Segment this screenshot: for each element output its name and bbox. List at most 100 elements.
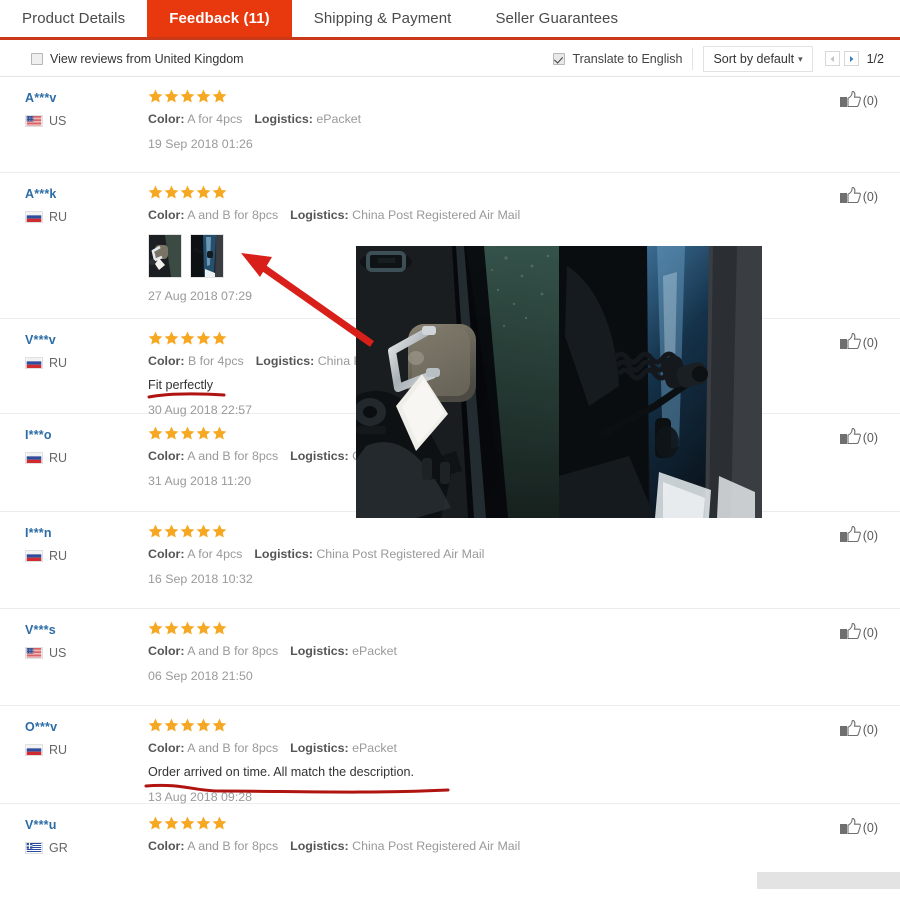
next-page-button[interactable]	[843, 51, 859, 66]
reviewer-name[interactable]: V***v	[25, 333, 140, 347]
logistics-value: ePacket	[316, 112, 362, 126]
review-photo-left[interactable]	[356, 246, 559, 518]
thumbs-up-icon[interactable]	[839, 623, 861, 642]
color-label: Color:	[148, 449, 185, 463]
review-row: O***v RU Color: A and B for 8pcs Logistics:…	[0, 706, 900, 804]
star-icon	[164, 718, 179, 732]
tab-label: Shipping & Payment	[313, 10, 452, 27]
rating-stars	[148, 718, 830, 732]
review-date: 19 Sep 2018 01:26	[148, 137, 253, 151]
review-body: Color: A and B for 8pcs Logistics: ePacke…	[148, 718, 830, 804]
review-row: I***n RU Color: A for 4pcs Logistics: China…	[0, 512, 900, 609]
review-body: Color: A and B for 8pcs Logistics: ePacke…	[148, 621, 830, 683]
country-code: GR	[49, 841, 68, 855]
sort-label: Sort by default	[713, 51, 795, 66]
helpful-button[interactable]: (0)	[839, 526, 878, 545]
country-code: RU	[49, 549, 68, 563]
reviewer-name[interactable]: O***v	[25, 720, 140, 734]
toolbar-right-controls: Translate to English Sort by default ▾ 1…	[553, 40, 884, 77]
helpful-button[interactable]: (0)	[839, 623, 878, 642]
tab-product-details[interactable]: Product Details	[0, 0, 147, 37]
review-date: 06 Sep 2018 21:50	[148, 669, 253, 683]
prev-page-button[interactable]	[824, 51, 840, 66]
thumbs-up-icon[interactable]	[839, 526, 861, 545]
star-icon	[212, 718, 227, 732]
translate-toggle[interactable]: Translate to English	[553, 52, 682, 66]
review-body: Color: A for 4pcs Logistics: China Post R…	[148, 524, 830, 586]
star-icon	[212, 89, 227, 103]
sort-dropdown[interactable]: Sort by default ▾	[703, 45, 813, 72]
thumbs-up-icon[interactable]	[839, 91, 861, 110]
helpful-button[interactable]: (0)	[839, 333, 878, 352]
view-reviews-checkbox[interactable]	[31, 52, 43, 65]
tab-feedback[interactable]: Feedback (11)	[147, 0, 292, 37]
review-meta: Color: A for 4pcs Logistics: ePacket	[148, 112, 830, 126]
logistics-label: Logistics:	[290, 449, 349, 463]
reviewer-info: O***v RU	[25, 720, 140, 757]
star-icon	[148, 89, 163, 103]
rating-stars	[148, 89, 830, 103]
reviewer-country: US	[25, 114, 140, 128]
thumbs-up-icon[interactable]	[839, 720, 861, 739]
star-icon	[164, 816, 179, 830]
review-thumbnail[interactable]	[190, 234, 224, 278]
thumbs-up-icon[interactable]	[839, 333, 861, 352]
star-icon	[180, 426, 195, 440]
review-date: 16 Sep 2018 10:32	[148, 572, 253, 586]
star-icon	[180, 89, 195, 103]
reviewer-info: A***k RU	[25, 187, 140, 224]
review-meta: Color: A and B for 8pcs Logistics: China …	[148, 839, 830, 853]
review-photo-preview[interactable]	[356, 246, 762, 518]
reviewer-info: V***u GR	[25, 818, 140, 855]
helpful-count: (0)	[862, 625, 878, 640]
rating-stars	[148, 524, 830, 538]
color-value: A and B for 8pcs	[187, 839, 279, 853]
logistics-value: China Post Registered Air Mail	[352, 208, 521, 222]
review-thumbnail-photo	[191, 235, 223, 277]
logistics-label: Logistics:	[254, 112, 313, 126]
star-icon	[212, 816, 227, 830]
bottom-scrollbar[interactable]	[757, 872, 900, 889]
review-meta: Color: A and B for 8pcs Logistics: ePacke…	[148, 644, 830, 658]
helpful-button[interactable]: (0)	[839, 720, 878, 739]
tab-label: Seller Guarantees	[495, 10, 619, 27]
star-icon	[196, 524, 211, 538]
star-icon	[196, 185, 211, 199]
reviewer-name[interactable]: I***n	[25, 526, 140, 540]
review-thumbnail[interactable]	[148, 234, 182, 278]
helpful-button[interactable]: (0)	[839, 187, 878, 206]
tab-bar: Product Details Feedback (11) Shipping &…	[0, 0, 900, 40]
helpful-button[interactable]: (0)	[839, 91, 878, 110]
flag-icon-ru	[25, 744, 43, 756]
logistics-value: ePacket	[352, 644, 397, 658]
color-label: Color:	[148, 741, 185, 755]
review-photo-right[interactable]	[559, 246, 762, 518]
country-code: RU	[49, 451, 68, 465]
tab-shipping-payment[interactable]: Shipping & Payment	[292, 0, 474, 37]
helpful-button[interactable]: (0)	[839, 818, 878, 837]
thumbs-up-icon[interactable]	[839, 818, 861, 837]
thumbs-up-icon[interactable]	[839, 187, 861, 206]
reviewer-name[interactable]: V***s	[25, 623, 140, 637]
feedback-toolbar: View reviews from United Kingdom Transla…	[0, 40, 900, 77]
reviewer-name[interactable]: A***v	[25, 91, 140, 105]
star-icon	[212, 524, 227, 538]
feedback-page: Product Details Feedback (11) Shipping &…	[0, 0, 900, 900]
reviewer-country: RU	[25, 743, 140, 757]
thumbs-up-icon[interactable]	[839, 428, 861, 447]
reviewer-name[interactable]: I***o	[25, 428, 140, 442]
star-icon	[148, 718, 163, 732]
helpful-button[interactable]: (0)	[839, 428, 878, 447]
translate-checkbox[interactable]	[553, 52, 566, 65]
rating-stars	[148, 185, 830, 199]
star-icon	[164, 426, 179, 440]
reviewer-name[interactable]: A***k	[25, 187, 140, 201]
tab-seller-guarantees[interactable]: Seller Guarantees	[473, 0, 640, 37]
view-reviews-filter[interactable]: View reviews from United Kingdom	[31, 40, 244, 77]
translate-label: Translate to English	[572, 51, 683, 66]
star-icon	[148, 524, 163, 538]
page-indicator: 1/2	[866, 51, 884, 66]
review-thumbnail-photo	[149, 235, 181, 277]
reviewer-name[interactable]: V***u	[25, 818, 140, 832]
logistics-label: Logistics:	[290, 839, 349, 853]
